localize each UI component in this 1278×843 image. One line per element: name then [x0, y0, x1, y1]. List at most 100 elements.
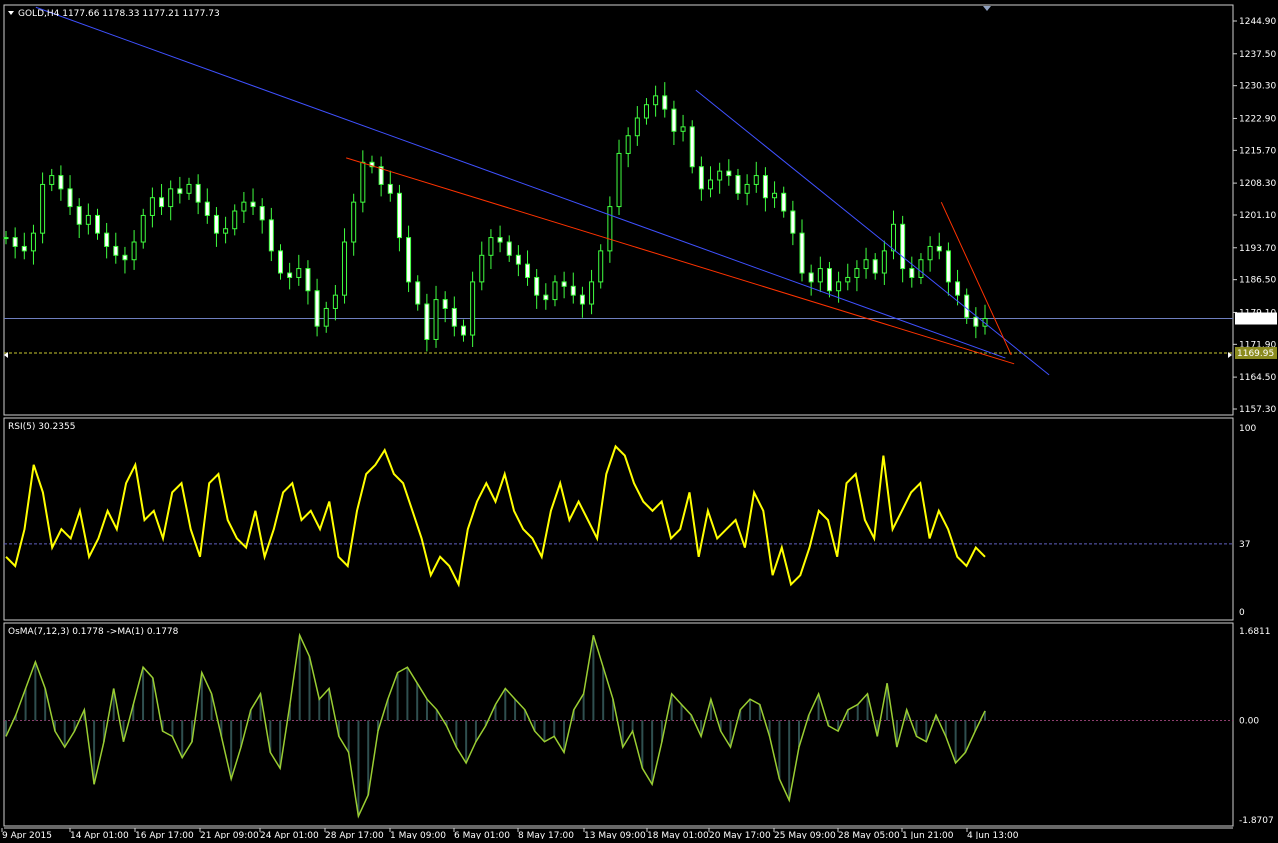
candle-body — [213, 214, 219, 234]
price-tick-label: 1230.30 — [1239, 82, 1276, 92]
time-axis-label: 16 Apr 17:00 — [135, 831, 194, 839]
candle-body — [625, 135, 631, 154]
candle-body — [177, 188, 183, 194]
candle-body — [3, 237, 9, 240]
candle-body — [415, 281, 421, 305]
candle-body — [396, 192, 402, 239]
candle-body — [689, 126, 695, 168]
candle-body — [589, 281, 595, 305]
candle-body — [772, 192, 778, 199]
osma-tick-label: -1.8707 — [1239, 816, 1274, 826]
rsi-title: RSI(5) 30.2355 — [8, 422, 75, 432]
candle-body — [122, 254, 128, 261]
candle-body — [561, 281, 567, 287]
candle-body — [479, 254, 485, 283]
candle-body — [140, 214, 146, 243]
candle-body — [21, 245, 27, 252]
candle-body — [323, 307, 329, 327]
time-axis-label: 4 Jun 13:00 — [967, 831, 1019, 839]
candle-body — [826, 268, 832, 292]
candle-body — [799, 232, 805, 274]
candle-body — [881, 250, 887, 274]
candle-body — [451, 307, 457, 327]
candle-body — [708, 179, 714, 190]
time-axis-label: 9 Apr 2015 — [2, 831, 52, 839]
candle-body — [863, 259, 869, 270]
candle-body — [497, 237, 503, 243]
candle-body — [900, 223, 906, 270]
candle-body — [360, 161, 366, 203]
time-axis-label: 20 May 17:00 — [709, 831, 771, 839]
candle-body — [753, 175, 759, 185]
price-tick-label: 1215.70 — [1239, 146, 1276, 156]
candle-body — [918, 259, 924, 278]
candle-body — [579, 294, 585, 305]
candle-body — [936, 245, 942, 252]
candle-body — [515, 254, 521, 265]
candle-body — [662, 95, 668, 110]
time-axis-label: 1 Jun 21:00 — [902, 831, 954, 839]
candle-body — [351, 201, 357, 243]
candle-body — [525, 263, 531, 278]
candle-body — [964, 294, 970, 318]
time-axis-label: 21 Apr 09:00 — [200, 831, 259, 839]
candle-body — [332, 294, 338, 309]
candle-body — [259, 206, 265, 221]
candle-body — [314, 290, 320, 327]
candle-body — [927, 245, 933, 261]
candle-body — [433, 299, 439, 340]
candle-body — [342, 241, 348, 296]
rsi-tick-label: 100 — [1239, 424, 1256, 434]
candle-body — [195, 183, 201, 203]
price-tick-label: 1201.10 — [1239, 211, 1276, 221]
shift-marker-icon[interactable] — [983, 6, 991, 11]
rsi-line — [5, 444, 986, 588]
candle-body — [891, 223, 897, 252]
candle-body — [104, 232, 110, 247]
candle-body — [58, 175, 64, 190]
candle-body — [836, 281, 842, 292]
time-axis-label: 24 Apr 01:00 — [260, 831, 319, 839]
candle-body — [817, 268, 823, 283]
candle-body — [680, 126, 686, 132]
candle-body — [634, 117, 640, 137]
candle-body — [845, 276, 851, 283]
candle-body — [113, 245, 119, 256]
osma-tick-label: 0.00 — [1239, 716, 1259, 726]
candle-body — [94, 214, 100, 234]
candle-body — [250, 201, 256, 208]
candle-body — [854, 268, 860, 278]
candle-body — [698, 166, 704, 190]
rsi-tick-label: 37 — [1239, 540, 1250, 550]
candle-body — [277, 250, 283, 274]
candle-body — [506, 241, 512, 256]
trendline-2[interactable] — [695, 89, 1050, 376]
candle-body — [945, 250, 951, 283]
trading-chart-window[interactable]: 1244.90 1237.50 1230.30 1222.90 1215.70 1208.… — [0, 0, 1278, 841]
candle-body — [232, 210, 238, 230]
candle-body — [67, 188, 73, 208]
candle-body — [552, 281, 558, 301]
candle-body — [287, 272, 293, 278]
candle-body — [488, 237, 494, 256]
candle-body — [616, 152, 622, 208]
candle-body — [159, 197, 165, 208]
candle-body — [131, 241, 137, 261]
chart-canvas[interactable]: 1244.90 1237.50 1230.30 1222.90 1215.70 1208.… — [0, 0, 1278, 841]
candle-body — [955, 281, 961, 296]
candle-body — [653, 95, 659, 106]
price-tick-label: 1222.90 — [1239, 114, 1276, 124]
time-axis-label: 18 May 01:00 — [647, 831, 709, 839]
candle-body — [296, 268, 302, 278]
candle-body — [305, 268, 311, 292]
trendline-1[interactable] — [35, 6, 1006, 359]
candle-body — [643, 104, 649, 119]
time-axis-label: 6 May 01:00 — [454, 831, 510, 839]
trendline-3[interactable] — [346, 157, 1015, 365]
candle-body — [607, 206, 613, 252]
price-tick-label: 1164.50 — [1239, 373, 1276, 383]
candle-body — [671, 108, 677, 132]
chevron-down-icon[interactable] — [8, 11, 14, 15]
candle-body — [76, 206, 82, 225]
panel-frame-1 — [3, 4, 1234, 416]
